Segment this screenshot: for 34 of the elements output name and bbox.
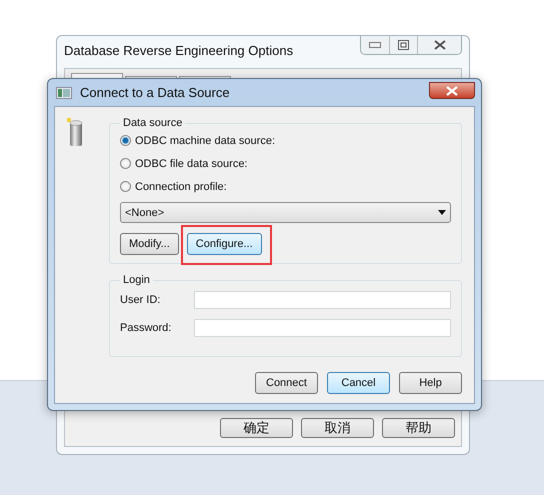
window-title: Database Reverse Engineering Options	[64, 43, 294, 58]
field-label: Password:	[120, 322, 172, 334]
dialog-button[interactable]: Cancel	[327, 372, 390, 394]
radio-button[interactable]	[120, 181, 131, 192]
dropdown-arrow-icon	[438, 210, 446, 215]
maximize-button[interactable]	[389, 36, 417, 54]
field-label: User ID:	[120, 294, 162, 306]
dialog-title: Connect to a Data Source	[80, 85, 230, 100]
group-label: Login	[122, 274, 151, 286]
dialog-button[interactable]: 确定	[220, 418, 293, 438]
radio-label: ODBC file data source:	[135, 158, 248, 170]
dialog-button[interactable]: Modify...	[120, 233, 179, 255]
dialog-button[interactable]: 取消	[301, 418, 374, 438]
dialog-button[interactable]: Configure...	[186, 233, 262, 255]
radio-label: Connection profile:	[135, 180, 227, 192]
dialog-button[interactable]: Connect	[255, 372, 318, 394]
maximize-icon	[398, 40, 409, 50]
radio-label: ODBC machine data source:	[135, 134, 276, 146]
close-icon	[446, 86, 458, 96]
group-label: Data source	[122, 117, 184, 129]
close-icon	[434, 40, 446, 50]
profile-dropdown[interactable]: <None>	[120, 202, 451, 223]
radio-button[interactable]	[120, 158, 131, 169]
input-field[interactable]	[194, 291, 451, 309]
window-icon	[56, 86, 72, 98]
close-button[interactable]	[417, 36, 461, 54]
minimize-icon	[369, 42, 381, 48]
database-icon	[67, 118, 83, 148]
dialog-button[interactable]: Help	[399, 372, 462, 394]
close-button[interactable]	[429, 82, 475, 99]
input-field[interactable]	[194, 319, 451, 337]
minimize-button[interactable]	[361, 36, 389, 54]
dialog-button[interactable]: 帮助	[382, 418, 455, 438]
radio-button[interactable]	[120, 135, 131, 146]
